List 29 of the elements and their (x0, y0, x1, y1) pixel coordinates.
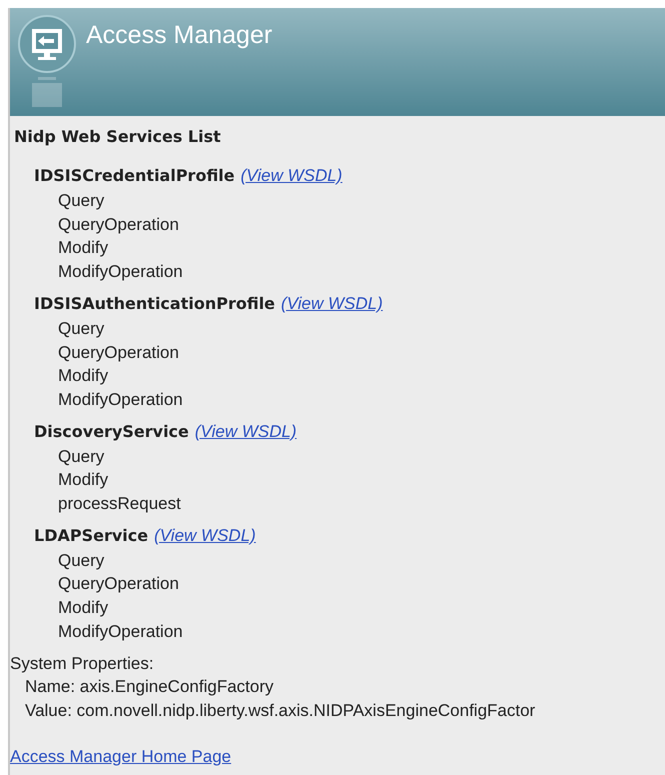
view-wsdl-link[interactable]: (View WSDL) (194, 422, 297, 442)
operation-name: QueryOperation (57, 573, 179, 596)
service-name: IDSISAuthenticationProfile (34, 294, 276, 313)
operation-name: ModifyOperation (57, 620, 183, 643)
view-wsdl-link[interactable]: (View WSDL) (154, 526, 256, 546)
view-wsdl-link[interactable]: (View WSDL) (281, 294, 383, 314)
property-line: Value: com.novell.nidp.liberty.wsf.axis.NIDPAxisEngineConfigFactor (24, 700, 536, 722)
system-properties-label: System Properties: (10, 652, 154, 675)
operation-name: Modify (57, 237, 108, 260)
operation-name: Query (57, 550, 104, 572)
operation-name: Modify (57, 469, 108, 492)
service-name: LDAPService (34, 526, 148, 545)
home-page-link[interactable]: Access Manager Home Page (10, 746, 232, 767)
page-heading: Nidp Web Services List (13, 126, 222, 148)
service-name: DiscoveryService (34, 422, 189, 441)
app-title: Access Manager (86, 21, 272, 50)
operation-name: ModifyOperation (57, 261, 183, 284)
operation-name: processRequest (57, 493, 181, 516)
operation-name: ModifyOperation (57, 388, 183, 411)
view-wsdl-link[interactable]: (View WSDL) (240, 166, 342, 186)
operation-name: QueryOperation (57, 342, 179, 364)
operation-name: Modify (57, 365, 108, 388)
operation-name: QueryOperation (57, 214, 179, 236)
property-line: Name: axis.EngineConfigFactory (24, 676, 274, 698)
operation-name: Query (57, 190, 104, 212)
operation-name: Modify (57, 597, 108, 620)
service-name: IDSISCredentialProfile (34, 166, 235, 185)
operation-name: Query (57, 446, 104, 468)
operation-name: Query (57, 318, 104, 340)
